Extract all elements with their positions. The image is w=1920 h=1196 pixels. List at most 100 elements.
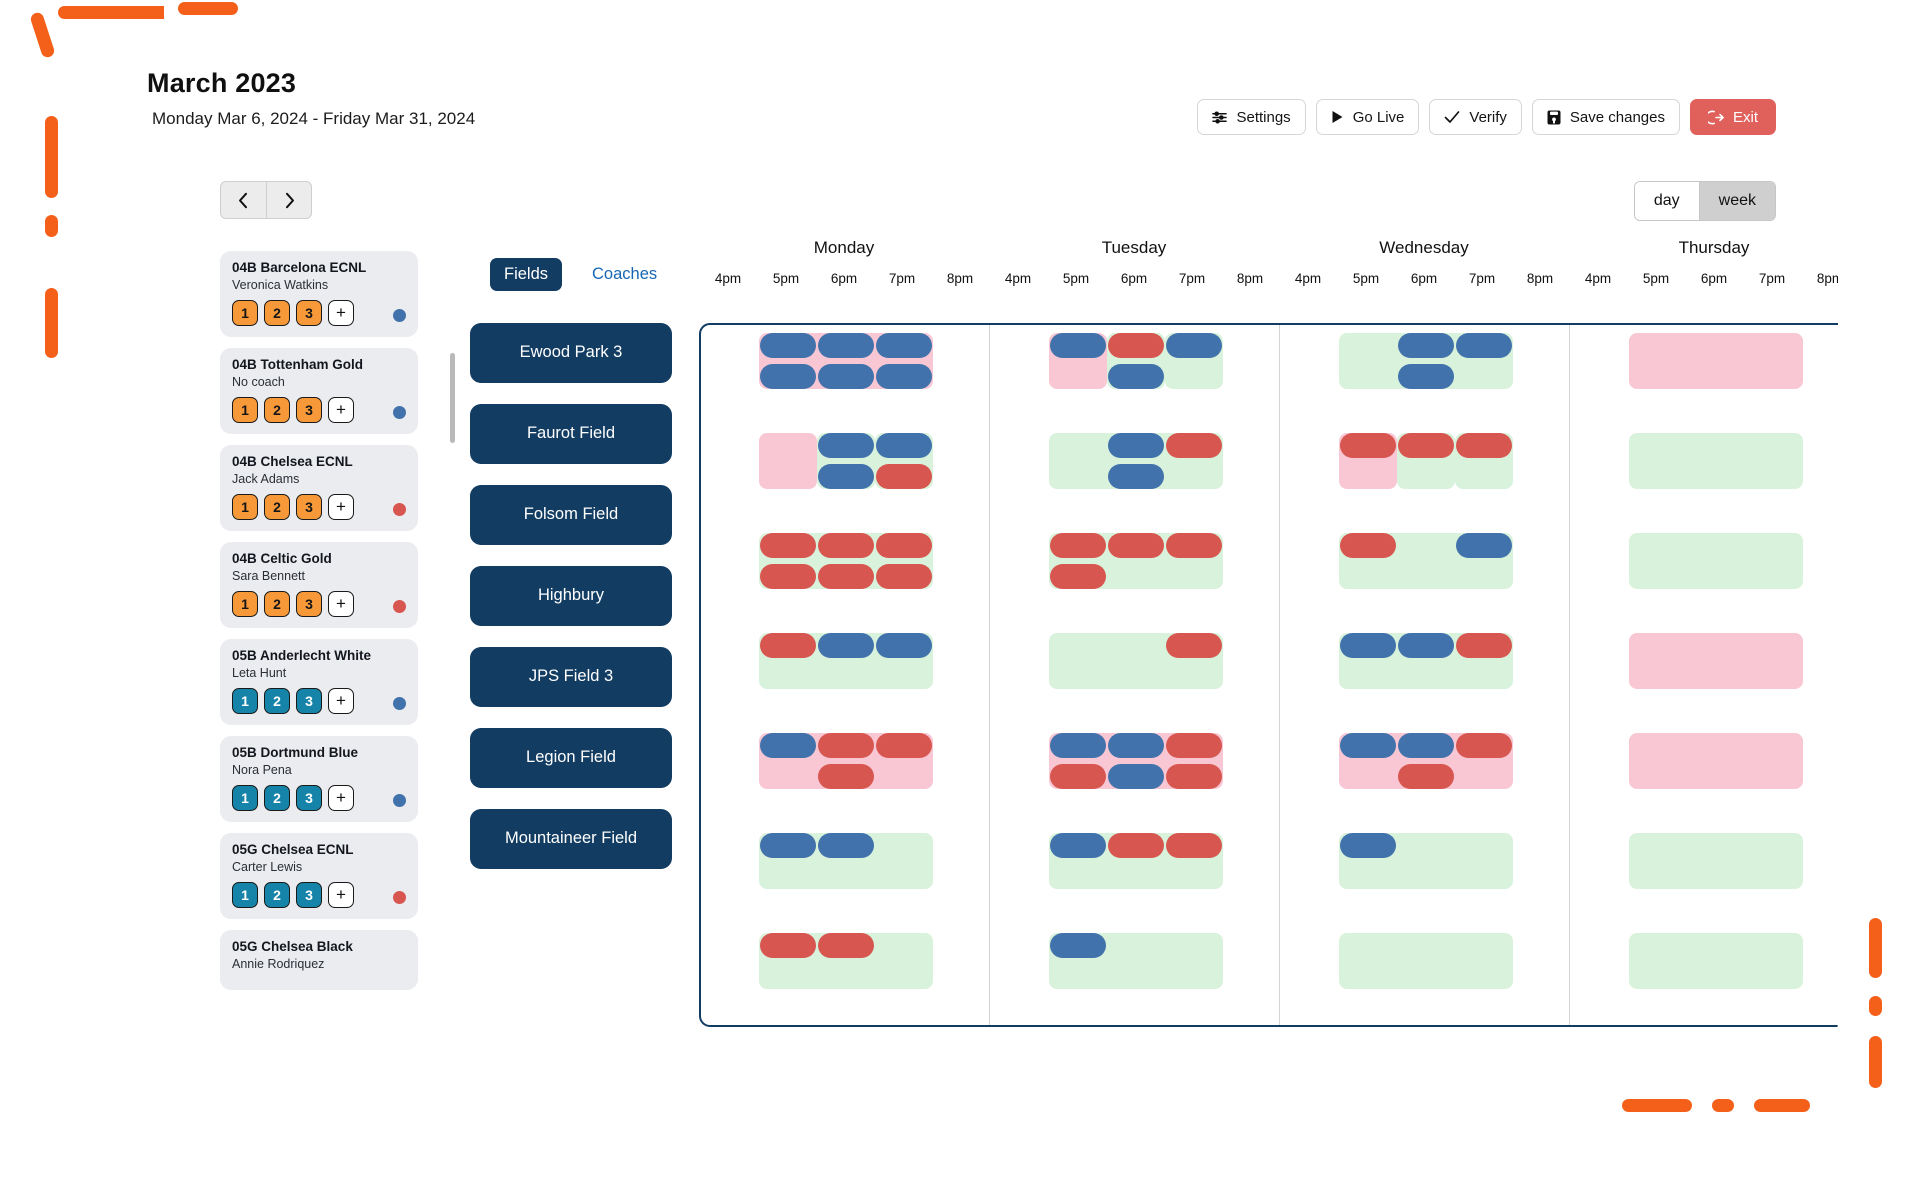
calendar-event[interactable] [1108, 764, 1164, 789]
calendar-event[interactable] [818, 633, 874, 658]
calendar-event[interactable] [1340, 733, 1396, 758]
calendar-event[interactable] [1166, 633, 1222, 658]
calendar-event[interactable] [1398, 364, 1454, 389]
team-slot-badge[interactable]: 2 [264, 688, 290, 714]
calendar-event[interactable] [1456, 433, 1512, 458]
calendar-event[interactable] [760, 533, 816, 558]
availability-band[interactable] [1629, 633, 1803, 689]
team-card[interactable]: 04B Tottenham Gold No coach 1 2 3 + [220, 348, 418, 434]
calendar-event[interactable] [1050, 564, 1106, 589]
calendar-event[interactable] [760, 933, 816, 958]
team-slot-badge[interactable]: 2 [264, 785, 290, 811]
team-slot-badge[interactable]: 3 [296, 688, 322, 714]
team-slot-badge[interactable]: 2 [264, 882, 290, 908]
settings-button[interactable]: Settings [1197, 99, 1306, 135]
calendar-event[interactable] [876, 633, 932, 658]
calendar-event[interactable] [1108, 433, 1164, 458]
calendar-event[interactable] [1108, 464, 1164, 489]
calendar-event[interactable] [876, 533, 932, 558]
fields-list[interactable]: Ewood Park 3 Faurot Field Folsom Field High… [470, 323, 672, 890]
calendar-event[interactable] [760, 333, 816, 358]
add-slot-button[interactable]: + [328, 688, 354, 714]
add-slot-button[interactable]: + [328, 397, 354, 423]
calendar-event[interactable] [818, 833, 874, 858]
calendar-event[interactable] [818, 564, 874, 589]
availability-band[interactable] [1629, 533, 1803, 589]
calendar-event[interactable] [1166, 764, 1222, 789]
team-slot-badge[interactable]: 2 [264, 300, 290, 326]
calendar-event[interactable] [1398, 433, 1454, 458]
team-slot-badge[interactable]: 3 [296, 300, 322, 326]
availability-band[interactable] [1629, 433, 1803, 489]
availability-band[interactable] [1629, 833, 1803, 889]
add-slot-button[interactable]: + [328, 300, 354, 326]
add-slot-button[interactable]: + [328, 882, 354, 908]
calendar-event[interactable] [1050, 333, 1106, 358]
calendar-event[interactable] [1398, 764, 1454, 789]
team-slot-badge[interactable]: 1 [232, 882, 258, 908]
calendar-event[interactable] [1108, 733, 1164, 758]
team-slot-badge[interactable]: 3 [296, 397, 322, 423]
calendar-grid[interactable] [699, 323, 1838, 1027]
team-slot-badge[interactable]: 1 [232, 300, 258, 326]
field-button[interactable]: Faurot Field [470, 404, 672, 464]
availability-band[interactable] [1339, 933, 1513, 989]
availability-band[interactable] [1629, 333, 1803, 389]
calendar-event[interactable] [818, 433, 874, 458]
calendar-event[interactable] [1108, 333, 1164, 358]
calendar-event[interactable] [1398, 333, 1454, 358]
calendar-event[interactable] [818, 364, 874, 389]
calendar-event[interactable] [1340, 433, 1396, 458]
team-card[interactable]: 04B Celtic Gold Sara Bennett 1 2 3 + [220, 542, 418, 628]
team-slot-badge[interactable]: 2 [264, 591, 290, 617]
calendar-event[interactable] [1398, 733, 1454, 758]
team-card[interactable]: 04B Chelsea ECNL Jack Adams 1 2 3 + [220, 445, 418, 531]
team-slot-badge[interactable]: 1 [232, 591, 258, 617]
add-slot-button[interactable]: + [328, 494, 354, 520]
team-card[interactable]: 04B Barcelona ECNL Veronica Watkins 1 2 3 + [220, 251, 418, 337]
calendar-event[interactable] [876, 464, 932, 489]
field-button[interactable]: JPS Field 3 [470, 647, 672, 707]
save-changes-button[interactable]: Save changes [1531, 99, 1680, 135]
calendar-event[interactable] [1050, 533, 1106, 558]
week-view-button[interactable]: week [1698, 182, 1775, 220]
team-slot-badge[interactable]: 3 [296, 882, 322, 908]
team-slot-badge[interactable]: 3 [296, 494, 322, 520]
calendar-event[interactable] [876, 433, 932, 458]
field-button[interactable]: Mountaineer Field [470, 809, 672, 869]
calendar-event[interactable] [818, 733, 874, 758]
exit-button[interactable]: Exit [1689, 99, 1776, 135]
go-live-button[interactable]: Go Live [1315, 99, 1420, 135]
calendar-event[interactable] [876, 733, 932, 758]
field-button[interactable]: Folsom Field [470, 485, 672, 545]
calendar-event[interactable] [876, 564, 932, 589]
add-slot-button[interactable]: + [328, 591, 354, 617]
availability-band[interactable] [1629, 933, 1803, 989]
calendar-event[interactable] [1340, 533, 1396, 558]
calendar-event[interactable] [760, 833, 816, 858]
calendar-event[interactable] [1108, 533, 1164, 558]
team-slot-badge[interactable]: 2 [264, 494, 290, 520]
team-card[interactable]: 05G Chelsea Black Annie Rodriquez [220, 930, 418, 990]
calendar-event[interactable] [1456, 633, 1512, 658]
calendar-event[interactable] [1050, 933, 1106, 958]
team-slot-badge[interactable]: 1 [232, 494, 258, 520]
team-slot-badge[interactable]: 1 [232, 785, 258, 811]
calendar-event[interactable] [1456, 733, 1512, 758]
add-slot-button[interactable]: + [328, 785, 354, 811]
calendar-event[interactable] [1166, 833, 1222, 858]
calendar-event[interactable] [818, 764, 874, 789]
calendar-event[interactable] [1340, 633, 1396, 658]
field-button[interactable]: Legion Field [470, 728, 672, 788]
calendar-event[interactable] [1456, 333, 1512, 358]
calendar-event[interactable] [876, 364, 932, 389]
calendar-event[interactable] [818, 464, 874, 489]
calendar-event[interactable] [1340, 833, 1396, 858]
calendar-event[interactable] [1108, 364, 1164, 389]
teams-list[interactable]: 04B Barcelona ECNL Veronica Watkins 1 2 3 + 04… [220, 251, 418, 1029]
day-view-button[interactable]: day [1634, 182, 1699, 220]
tab-fields[interactable]: Fields [490, 258, 563, 291]
team-card[interactable]: 05G Chelsea ECNL Carter Lewis 1 2 3 + [220, 833, 418, 919]
team-slot-badge[interactable]: 3 [296, 591, 322, 617]
calendar-event[interactable] [760, 564, 816, 589]
